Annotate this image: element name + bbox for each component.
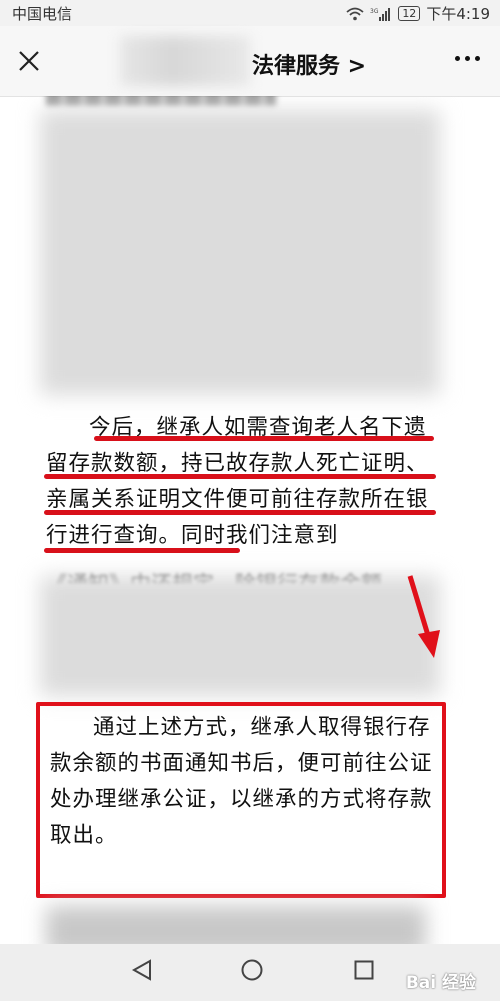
blurred-image xyxy=(40,110,440,395)
highlight-underline xyxy=(44,548,240,553)
blurred-account-name xyxy=(120,36,250,86)
nav-bar: 法律服务 > xyxy=(0,26,500,97)
more-icon-dot xyxy=(465,56,470,61)
status-bar: 中国电信 3G 12 下午4:19 xyxy=(0,0,500,26)
nav-title[interactable]: 法律服务 > xyxy=(120,36,370,86)
highlight-underline xyxy=(44,510,436,515)
highlight-underline xyxy=(94,436,434,441)
back-button[interactable] xyxy=(130,958,154,986)
clock: 下午4:19 xyxy=(426,5,490,23)
blurred-text-line xyxy=(46,96,276,106)
page-title: 法律服务 > xyxy=(252,54,367,79)
close-icon xyxy=(19,51,39,71)
article-paragraph: 今后，继承人如需查询老人名下遗留存款数额，持已故存款人死亡证明、亲属关系证明文件… xyxy=(46,415,429,548)
watermark: Bai 经验 xyxy=(405,973,476,993)
circle-home-icon xyxy=(241,959,263,981)
recent-apps-button[interactable] xyxy=(352,958,376,986)
battery-icon: 12 xyxy=(398,6,421,21)
wifi-icon xyxy=(346,7,364,20)
signal-icon: 3G xyxy=(370,7,391,21)
more-icon xyxy=(455,56,460,61)
close-button[interactable] xyxy=(14,46,44,76)
square-recent-icon xyxy=(354,960,374,980)
home-button[interactable] xyxy=(240,958,264,986)
svg-text:3G: 3G xyxy=(370,8,379,15)
more-icon-dot xyxy=(475,56,480,61)
highlight-box xyxy=(36,702,446,898)
status-icons: 3G 12 下午4:19 xyxy=(346,3,490,24)
blurred-block xyxy=(40,576,440,696)
triangle-back-icon xyxy=(131,959,151,981)
highlight-underline xyxy=(44,474,436,479)
article-content[interactable]: 今后，继承人如需查询老人名下遗留存款数额，持已故存款人死亡证明、亲属关系证明文件… xyxy=(0,96,500,944)
system-nav-bar: Bai 经验 xyxy=(0,944,500,1001)
red-arrow-icon xyxy=(407,575,440,658)
more-button[interactable] xyxy=(455,56,480,61)
carrier-label: 中国电信 xyxy=(12,5,73,23)
blurred-block xyxy=(46,906,426,944)
